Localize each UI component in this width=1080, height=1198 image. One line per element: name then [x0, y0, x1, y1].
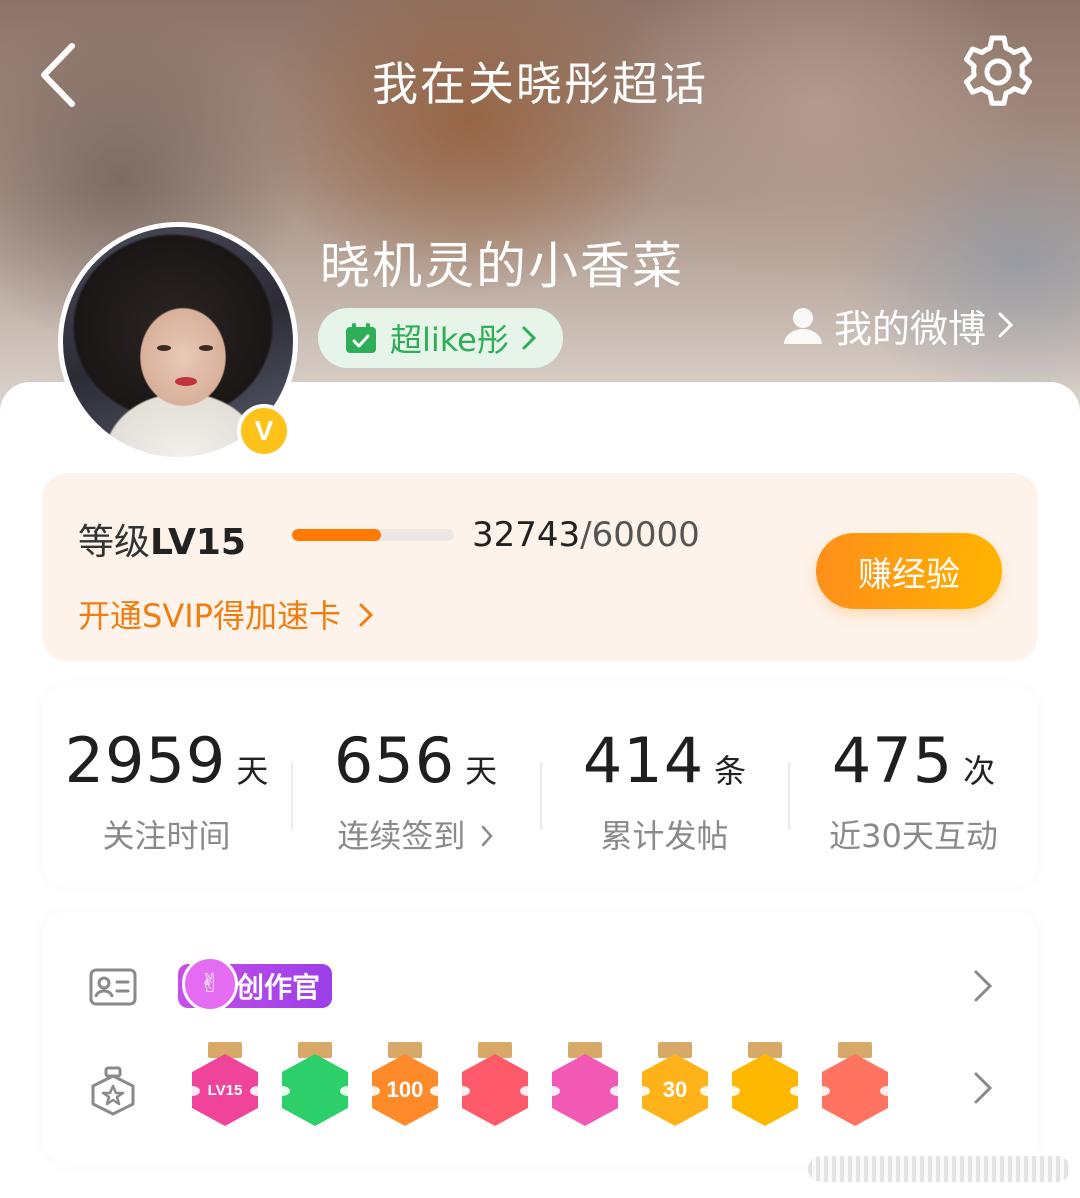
- svip-link-label: 开通SVIP得加速卡: [78, 597, 341, 635]
- emoji-medal[interactable]: [724, 1042, 806, 1132]
- settings-button[interactable]: [958, 32, 1038, 112]
- medal-wing: [544, 1086, 560, 1096]
- chevron-right-icon: [522, 326, 536, 350]
- level-value: LV15: [150, 522, 246, 563]
- 30-days-medal[interactable]: 30: [634, 1042, 716, 1132]
- page-title: 我在关晓彤超话: [372, 57, 708, 111]
- medal-wing: [184, 1086, 200, 1096]
- id-card-icon: [89, 968, 137, 1006]
- calendar-check-icon: [346, 323, 376, 353]
- creator-hand-icon: ✌: [182, 956, 238, 1012]
- stat-label: 累计发帖: [600, 817, 729, 855]
- medal-wing: [364, 1086, 380, 1096]
- medal-wing: [700, 1086, 716, 1096]
- home-indicator: [808, 1156, 1070, 1182]
- medal-wing: [274, 1086, 290, 1096]
- stat-follow-days: 2959 天 关注时间: [42, 724, 291, 857]
- level-card: 等级LV15 32743/60000 开通SVIP得加速卡 赚经验: [42, 473, 1038, 661]
- stat-label-text: 连续签到: [337, 817, 466, 855]
- rock-hand-medal[interactable]: [814, 1042, 896, 1132]
- stat-total-posts: 414 条 累计发帖: [540, 724, 789, 857]
- medal-body: 100: [372, 1054, 438, 1126]
- stat-interactions: 475 次 近30天互动: [789, 724, 1038, 857]
- stat-unit: 天: [236, 752, 269, 790]
- stat-label: 关注时间: [102, 817, 231, 855]
- exp-text: 32743/60000: [472, 515, 700, 555]
- medal-wing: [610, 1086, 626, 1096]
- badge-card: 创作官 ✌ LV15 100 30: [42, 912, 1038, 1164]
- medal-body: [732, 1054, 798, 1126]
- level-text: 等级: [78, 522, 151, 563]
- hand-medal[interactable]: [274, 1042, 356, 1132]
- avatar-detail: [175, 377, 197, 386]
- stat-unit: 次: [963, 752, 996, 790]
- level-progress-fill: [292, 529, 382, 541]
- medal-wing: [724, 1086, 740, 1096]
- medal-wing: [454, 1086, 470, 1096]
- graduation-medal[interactable]: [544, 1042, 626, 1132]
- medal-wing: [634, 1086, 650, 1096]
- medal-body: LV15: [192, 1054, 258, 1126]
- medal-wing: [880, 1086, 896, 1096]
- username: 晓机灵的小香菜: [320, 237, 684, 295]
- verified-v-icon: V: [237, 404, 291, 458]
- chevron-right-icon[interactable]: [968, 966, 998, 1006]
- chevron-right-icon: [481, 825, 493, 847]
- super-like-label: 超like彤: [390, 321, 509, 359]
- avatar-detail: [157, 345, 171, 351]
- top-bar: 我在关晓彤超话: [0, 20, 1080, 130]
- super-like-button[interactable]: 超like彤: [318, 308, 563, 368]
- my-weibo-label: 我的微博: [834, 306, 987, 351]
- medal-wing: [250, 1086, 266, 1096]
- trophy-medal[interactable]: [454, 1042, 536, 1132]
- my-weibo-link[interactable]: 我的微博: [782, 300, 1016, 351]
- stat-label: 近30天互动: [829, 817, 998, 855]
- medal-body: [822, 1054, 888, 1126]
- medal-body: [552, 1054, 618, 1126]
- level-label: 等级LV15: [78, 513, 246, 565]
- medal-wing: [430, 1086, 446, 1096]
- lv15-medal[interactable]: LV15: [184, 1042, 266, 1132]
- medal-body: 30: [642, 1054, 708, 1126]
- creator-tag-label: 创作官: [236, 971, 321, 1004]
- svip-link[interactable]: 开通SVIP得加速卡: [78, 591, 375, 637]
- stat-unit: 条: [714, 752, 747, 790]
- medal-body: [462, 1054, 528, 1126]
- chevron-right-icon: [998, 312, 1014, 338]
- medal-icon: [91, 1066, 135, 1116]
- stats-card: 2959 天 关注时间 656 天 连续签到 414 条 累计发帖 475 次 近30天…: [42, 686, 1038, 886]
- stat-checkin-streak[interactable]: 656 天 连续签到: [291, 724, 540, 857]
- exp-total: /60000: [580, 515, 700, 555]
- medal-wing: [340, 1086, 356, 1096]
- stat-label: 连续签到: [291, 811, 540, 857]
- medal-wing: [790, 1086, 806, 1096]
- stat-unit: 天: [465, 752, 498, 790]
- user-icon: [784, 308, 822, 344]
- level-progress-bar: [292, 529, 454, 541]
- stat-value: 475: [831, 724, 954, 797]
- exp-current: 32743: [472, 515, 581, 555]
- chevron-right-icon[interactable]: [968, 1068, 998, 1108]
- gear-icon: [964, 35, 1032, 106]
- stat-value: 414: [582, 724, 705, 797]
- stat-value: 2959: [64, 724, 227, 797]
- medal-wing: [520, 1086, 536, 1096]
- medal-body: [282, 1054, 348, 1126]
- medal-wing: [814, 1086, 830, 1096]
- avatar-detail: [199, 345, 213, 351]
- 100-days-medal[interactable]: 100: [364, 1042, 446, 1132]
- earn-exp-button[interactable]: 赚经验: [816, 533, 1002, 609]
- chevron-right-icon: [359, 603, 374, 627]
- stat-value: 656: [333, 724, 456, 797]
